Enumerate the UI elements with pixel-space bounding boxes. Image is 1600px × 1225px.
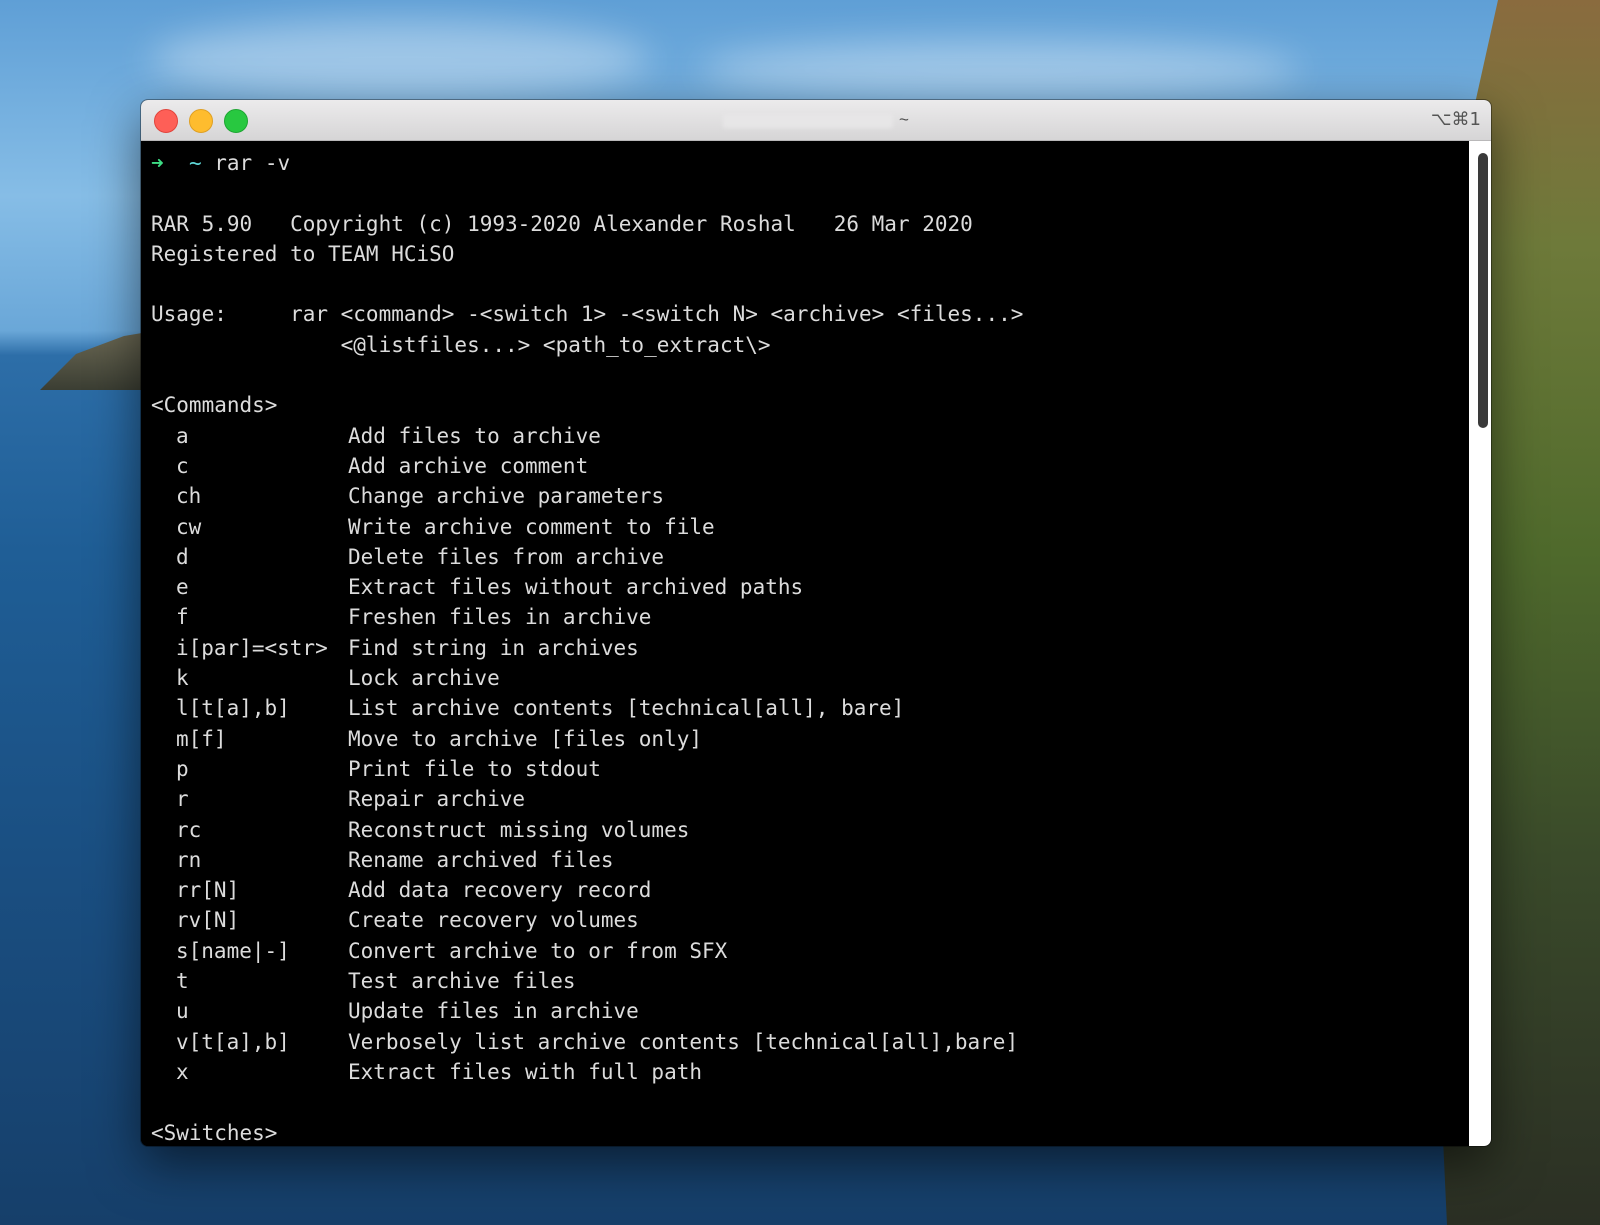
command-description: Write archive comment to file <box>348 514 715 539</box>
terminal-window[interactable]: ~ ⌥⌘1 ➜ ~ rar -v RAR 5.90 Copyright (c) … <box>141 100 1491 1146</box>
command-name: e <box>176 575 189 600</box>
usage-line-continued: <@listfiles...> <path_to_extract\> <box>151 332 771 357</box>
command-row: a Add files to archive <box>151 421 1461 451</box>
command-row: rr[N] Add data recovery record <box>151 875 1461 905</box>
command-name: rr[N] <box>176 878 240 903</box>
command-description: Delete files from archive <box>348 544 665 569</box>
command-name: ch <box>176 484 202 509</box>
commands-heading: <Commands> <box>151 393 278 418</box>
command-name: d <box>176 544 189 569</box>
command-name: l[t[a],b] <box>176 696 290 721</box>
command-row: f Freshen files in archive <box>151 602 1461 632</box>
window-title: ~ <box>141 110 1491 130</box>
command-name: cw <box>176 514 202 539</box>
command-description: Lock archive <box>348 666 500 691</box>
command-name: f <box>176 605 189 630</box>
command-name: a <box>176 423 189 448</box>
command-row: s[name|-] Convert archive to or from SFX <box>151 936 1461 966</box>
redacted-hostname <box>723 113 894 128</box>
command-row: t Test archive files <box>151 966 1461 996</box>
command-description: Extract files without archived paths <box>348 575 804 600</box>
prompt-arrow-icon: ➜ <box>151 151 164 175</box>
command-description: Update files in archive <box>348 999 639 1024</box>
command-description: Change archive parameters <box>348 484 665 509</box>
command-row: x Extract files with full path <box>151 1057 1461 1087</box>
command-row: rc Reconstruct missing volumes <box>151 815 1461 845</box>
command-row: m[f] Move to archive [files only] <box>151 724 1461 754</box>
terminal-content[interactable]: ➜ ~ rar -v RAR 5.90 Copyright (c) 1993-2… <box>141 141 1491 1146</box>
command-description: Add data recovery record <box>348 878 652 903</box>
command-name: m[f] <box>176 726 227 751</box>
command-description: Create recovery volumes <box>348 908 639 933</box>
usage-line: Usage: rar <command> -<switch 1> -<switc… <box>151 302 1024 327</box>
command-name: rv[N] <box>176 908 240 933</box>
command-description: List archive contents [technical[all], b… <box>348 696 905 721</box>
command-description: Freshen files in archive <box>348 605 652 630</box>
command-description: Find string in archives <box>348 635 639 660</box>
command-description: Extract files with full path <box>348 1059 703 1084</box>
command-name: c <box>176 453 189 478</box>
command-row: r Repair archive <box>151 784 1461 814</box>
command-description: Test archive files <box>348 969 576 994</box>
prompt-directory: ~ <box>188 151 202 175</box>
version-line: RAR 5.90 Copyright (c) 1993-2020 Alexand… <box>151 211 973 236</box>
registration-line: Registered to TEAM HCiSO <box>151 241 455 266</box>
command-description: Add archive comment <box>348 453 589 478</box>
command-name: v[t[a],b] <box>176 1029 290 1054</box>
command-row: cw Write archive comment to file <box>151 512 1461 542</box>
switches-heading: <Switches> <box>151 1120 278 1145</box>
command-name: u <box>176 999 189 1024</box>
command-row: d Delete files from archive <box>151 542 1461 572</box>
prompt-command: rar -v <box>214 151 291 175</box>
command-description: Rename archived files <box>348 847 614 872</box>
command-description: Add files to archive <box>348 423 601 448</box>
scrollbar-thumb[interactable] <box>1478 153 1488 428</box>
command-row: k Lock archive <box>151 663 1461 693</box>
command-name: x <box>176 1059 189 1084</box>
command-row: rn Rename archived files <box>151 845 1461 875</box>
command-row: l[t[a],b] List archive contents [technica… <box>151 693 1461 723</box>
command-row: ch Change archive parameters <box>151 481 1461 511</box>
command-name: i[par]=<str> <box>176 635 328 660</box>
command-row: v[t[a],b] Verbosely list archive contents… <box>151 1027 1461 1057</box>
command-row: i[par]=<str> Find string in archives <box>151 633 1461 663</box>
command-description: Print file to stdout <box>348 756 601 781</box>
command-name: r <box>176 787 189 812</box>
command-row: e Extract files without archived paths <box>151 572 1461 602</box>
scroll-track[interactable] <box>1469 141 1491 1146</box>
command-description: Repair archive <box>348 787 526 812</box>
command-name: rc <box>176 817 202 842</box>
tab-shortcut: ⌥⌘1 <box>1430 109 1481 130</box>
command-description: Move to archive [files only] <box>348 726 703 751</box>
command-name: rn <box>176 847 202 872</box>
command-row: c Add archive comment <box>151 451 1461 481</box>
command-row: u Update files in archive <box>151 996 1461 1026</box>
command-name: k <box>176 666 189 691</box>
command-name: t <box>176 969 189 994</box>
command-name: p <box>176 756 189 781</box>
command-row: p Print file to stdout <box>151 754 1461 784</box>
prompt-line: ➜ ~ rar -v <box>151 148 1461 178</box>
command-row: rv[N] Create recovery volumes <box>151 905 1461 935</box>
command-description: Reconstruct missing volumes <box>348 817 690 842</box>
command-description: Convert archive to or from SFX <box>348 938 728 963</box>
command-name: s[name|-] <box>176 938 290 963</box>
commands-list: a Add files to archive c Add archive commen… <box>151 421 1461 1088</box>
command-description: Verbosely list archive contents [technic… <box>348 1029 1019 1054</box>
title-bar[interactable]: ~ ⌥⌘1 <box>141 100 1491 141</box>
